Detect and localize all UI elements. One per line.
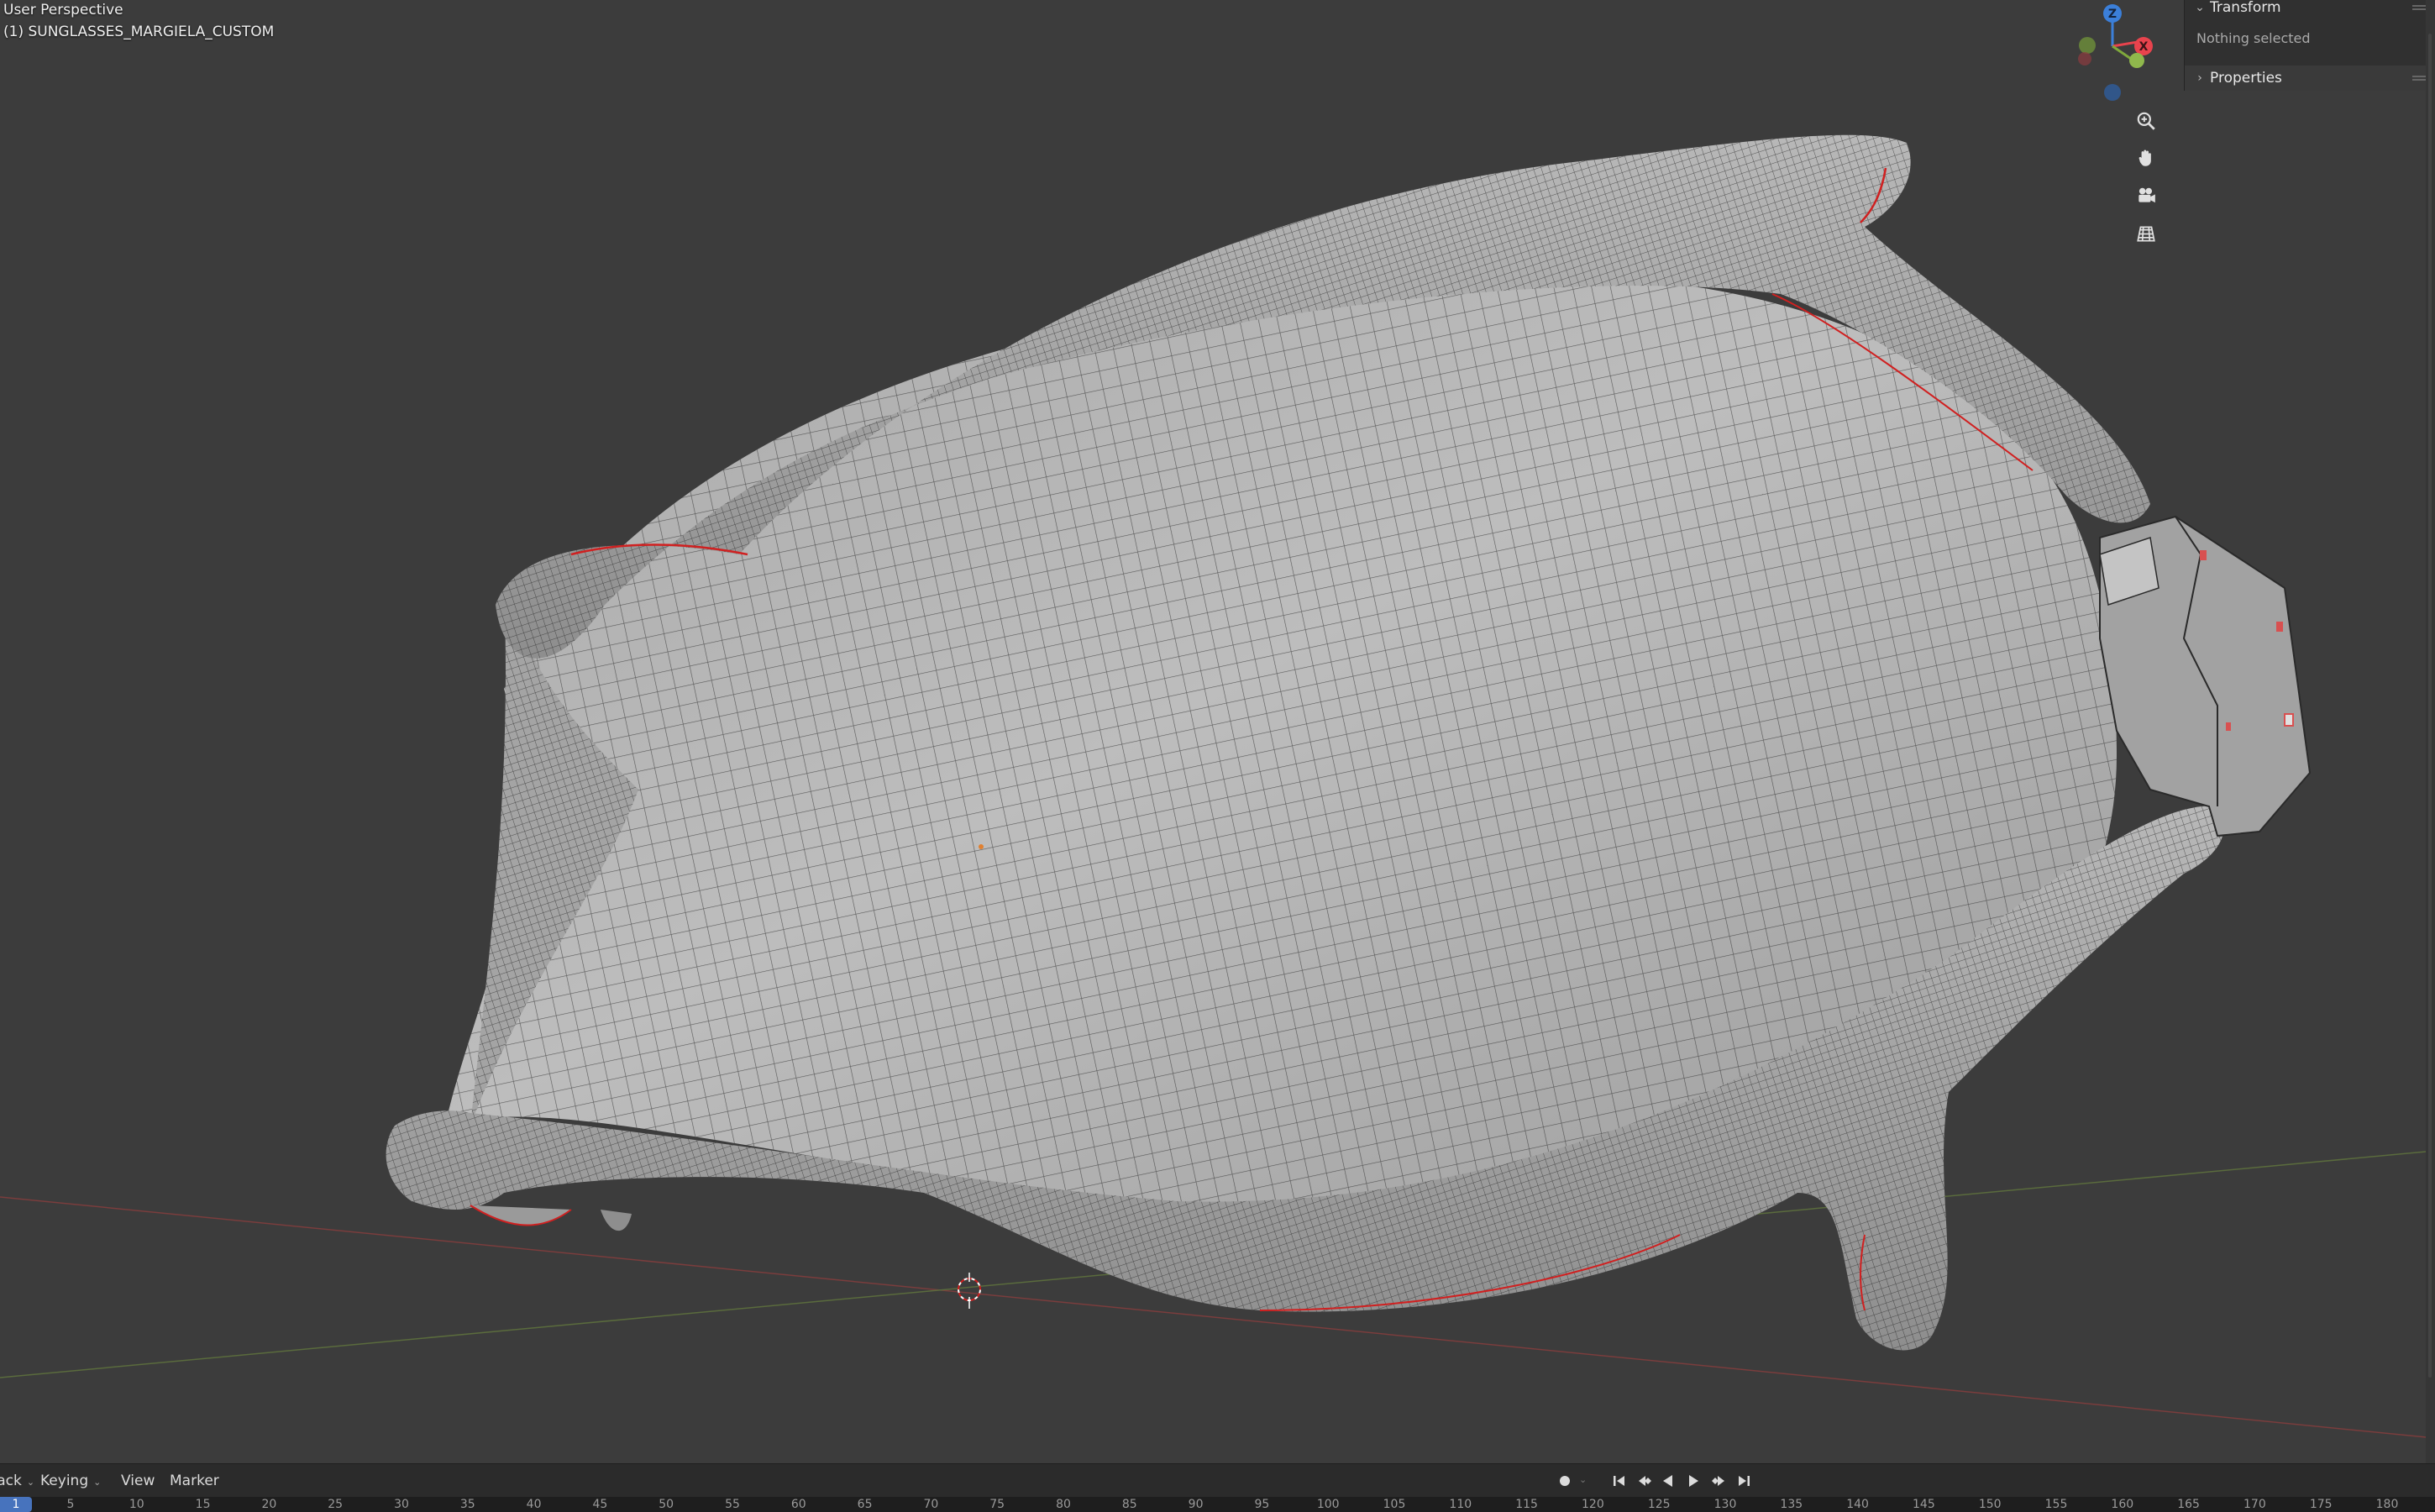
ruler-tick: 75 <box>989 1498 1005 1511</box>
record-icon <box>1560 1476 1570 1486</box>
chevron-down-icon[interactable]: ⌄ <box>1579 1474 1587 1485</box>
ruler-tick: 30 <box>394 1498 409 1511</box>
nothing-selected-text: Nothing selected <box>2196 30 2311 46</box>
ruler-tick: 130 <box>1713 1498 1737 1511</box>
chevron-down-icon: ⌄ <box>26 1477 35 1488</box>
active-object-label: (1) SUNGLASSES_MARGIELA_CUSTOM <box>3 24 275 40</box>
ruler-tick: 40 <box>526 1498 542 1511</box>
current-frame-indicator[interactable]: 1 <box>0 1497 32 1512</box>
keying-menu-label: Keying <box>40 1473 89 1489</box>
ruler-tick: 10 <box>129 1498 144 1511</box>
transform-panel-header[interactable]: ⌄ Transform <box>2185 0 2411 18</box>
sidebar-panel: ⌄ Transform Nothing selected › Propertie… <box>2184 0 2435 91</box>
ruler-tick: 115 <box>1515 1498 1538 1511</box>
jump-to-end-button[interactable] <box>1732 1471 1755 1491</box>
3d-viewport[interactable]: User Perspective (1) SUNGLASSES_MARGIELA… <box>0 0 2435 1463</box>
ruler-tick: 150 <box>1978 1498 2002 1511</box>
scene-canvas[interactable] <box>0 0 2435 1463</box>
chevron-down-icon: ⌄ <box>2195 1 2205 14</box>
sunglasses-mesh <box>386 134 2312 1351</box>
y-axis-icon <box>2129 53 2144 68</box>
jump-to-start-button[interactable] <box>1608 1471 1631 1491</box>
play-reverse-icon <box>1663 1475 1672 1487</box>
ruler-tick: 25 <box>328 1498 344 1511</box>
ruler-tick: 155 <box>2044 1498 2068 1511</box>
ruler-tick: 80 <box>1056 1498 1071 1511</box>
ruler-tick: 180 <box>2375 1498 2399 1511</box>
ruler-tick: 140 <box>1846 1498 1869 1511</box>
keying-menu[interactable]: Keying ⌄ <box>40 1473 101 1489</box>
jump-start-icon <box>1614 1476 1624 1486</box>
ruler-tick: 175 <box>2309 1498 2333 1511</box>
drag-grip-icon[interactable] <box>2412 3 2426 12</box>
ruler-tick: 20 <box>261 1498 277 1511</box>
ruler-tick: 125 <box>1647 1498 1671 1511</box>
ruler-tick: 135 <box>1780 1498 1803 1511</box>
ruler-tick: 5 <box>66 1498 75 1511</box>
properties-label: Properties <box>2210 70 2282 87</box>
play-icon <box>1689 1475 1698 1487</box>
view-mode-label: User Perspective <box>3 2 123 18</box>
next-keyframe-icon <box>1712 1476 1724 1486</box>
ruler-tick: 95 <box>1254 1498 1270 1511</box>
drag-grip-icon[interactable] <box>2412 74 2426 82</box>
zoom-icon[interactable] <box>2129 104 2163 138</box>
ruler-tick: 45 <box>592 1498 608 1511</box>
marker-menu[interactable]: Marker <box>170 1473 219 1489</box>
play-reverse-button[interactable] <box>1656 1471 1680 1491</box>
navigation-gizmo[interactable]: Z X <box>2066 0 2184 109</box>
ruler-tick: 120 <box>1582 1498 1604 1511</box>
view-menu-label: View <box>121 1473 155 1489</box>
x-neg-axis-icon <box>2078 52 2091 66</box>
ruler-tick: 110 <box>1449 1498 1472 1511</box>
ruler-tick: 65 <box>857 1498 873 1511</box>
ruler-tick: 100 <box>1316 1498 1340 1511</box>
ruler-tick: 90 <box>1188 1498 1204 1511</box>
ruler-tick: 15 <box>195 1498 211 1511</box>
ruler-tick: 105 <box>1383 1498 1406 1511</box>
play-button[interactable] <box>1682 1471 1705 1491</box>
frame-ruler[interactable]: 5 10 15 20 25 30 35 40 45 50 55 60 65 70 75 80 85 90 95 100… <box>0 1497 2435 1512</box>
x-axis-label: X <box>2139 40 2149 54</box>
marker-menu-label: Marker <box>170 1473 219 1489</box>
jump-to-keyframe-prev-button[interactable] <box>1633 1471 1656 1491</box>
chevron-right-icon: › <box>2197 71 2202 85</box>
timeline-header: Playback ⌄ Keying ⌄ View Marker ⌄ <box>0 1463 2435 1498</box>
hand-icon[interactable] <box>2129 141 2163 175</box>
jump-to-keyframe-next-button[interactable] <box>1707 1471 1730 1491</box>
z-axis-label: Z <box>2108 8 2117 21</box>
ruler-tick: 70 <box>923 1498 939 1511</box>
ruler-tick: 60 <box>790 1498 806 1511</box>
ruler-tick: 50 <box>659 1498 674 1511</box>
ruler-tick: 160 <box>2111 1498 2134 1511</box>
properties-panel-header[interactable]: › Properties <box>2185 66 2435 91</box>
3d-cursor-icon <box>958 1273 981 1309</box>
z-neg-axis-icon <box>2104 84 2121 101</box>
camera-icon[interactable] <box>2129 179 2163 213</box>
grid-icon[interactable] <box>2129 217 2163 250</box>
ruler-tick: 170 <box>2243 1498 2266 1511</box>
playback-menu[interactable]: Playback ⌄ <box>0 1473 34 1489</box>
ruler-tick: 165 <box>2177 1498 2200 1511</box>
jump-end-icon <box>1739 1476 1750 1486</box>
y-neg-axis-icon <box>2079 37 2096 54</box>
scrollbar[interactable] <box>2426 0 2435 1463</box>
ruler-tick: 55 <box>725 1498 740 1511</box>
ruler-tick: 35 <box>459 1498 475 1511</box>
chevron-down-icon: ⌄ <box>93 1477 102 1488</box>
transform-label: Transform <box>2210 0 2281 16</box>
auto-keying-record-button[interactable] <box>1554 1471 1576 1491</box>
playback-menu-label: Playback <box>0 1473 22 1489</box>
prev-keyframe-icon <box>1639 1476 1651 1486</box>
view-menu[interactable]: View <box>121 1473 155 1489</box>
ruler-tick: 85 <box>1121 1498 1137 1511</box>
object-origin <box>979 844 984 849</box>
ruler-tick: 145 <box>1913 1498 1935 1511</box>
